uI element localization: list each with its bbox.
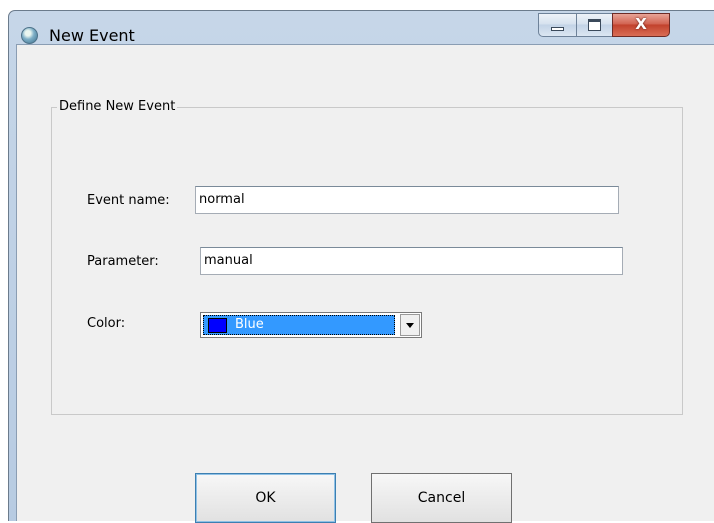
color-select-value: Blue	[203, 315, 395, 335]
window-title: New Event	[49, 26, 135, 45]
caption-buttons: X	[538, 13, 706, 37]
parameter-input[interactable]: manual	[200, 247, 623, 275]
color-swatch	[208, 318, 227, 333]
groupbox-legend: Define New Event	[57, 99, 178, 114]
dialog-window: New Event X Define New Event Event name:…	[8, 10, 714, 523]
chevron-down-icon	[406, 323, 414, 328]
ok-button[interactable]: OK	[195, 473, 336, 523]
globe-icon	[21, 27, 38, 44]
cancel-button[interactable]: Cancel	[371, 473, 512, 523]
minimize-icon	[551, 27, 564, 31]
close-button[interactable]: X	[612, 13, 670, 37]
dialog-client-area: Define New Event Event name: normal Para…	[16, 44, 714, 523]
color-dropdown-button[interactable]	[400, 314, 420, 336]
color-label: Color:	[87, 316, 126, 331]
maximize-icon	[588, 19, 601, 31]
event-name-input[interactable]: normal	[195, 186, 619, 214]
color-select-label: Blue	[235, 317, 264, 332]
minimize-button[interactable]	[538, 13, 576, 37]
color-select[interactable]: Blue	[200, 312, 422, 338]
event-name-label: Event name:	[87, 193, 170, 208]
close-icon: X	[635, 15, 647, 33]
parameter-label: Parameter:	[87, 254, 159, 269]
maximize-button[interactable]	[576, 13, 612, 37]
